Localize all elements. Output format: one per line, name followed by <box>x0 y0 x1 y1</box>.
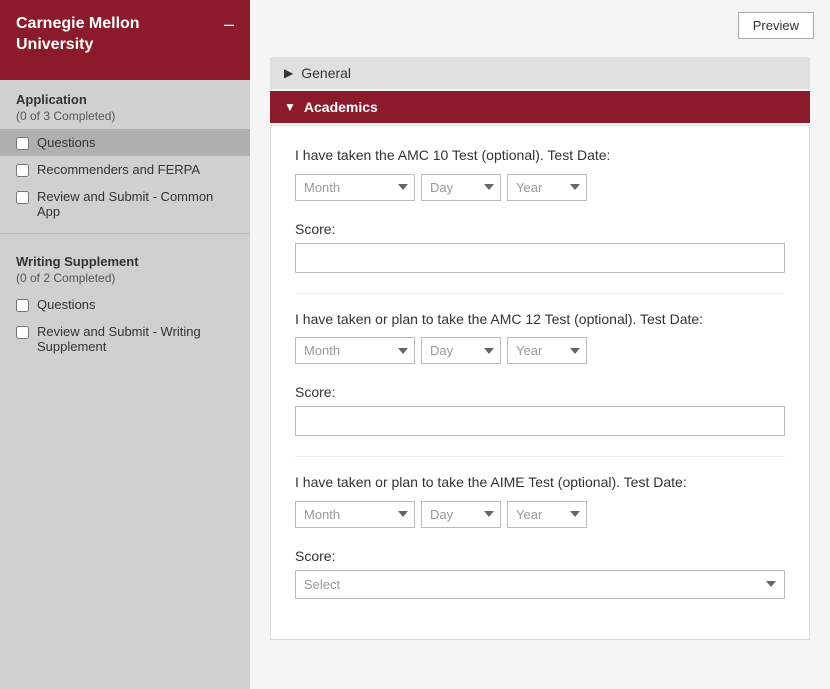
sidebar-checkbox-app-recommenders[interactable] <box>16 164 29 177</box>
amc12-date-selects: Month Day Year <box>295 337 785 364</box>
aime-date-selects: Month Day Year <box>295 501 785 528</box>
question-amc10: I have taken the AMC 10 Test (optional).… <box>295 146 785 201</box>
sidebar: Carnegie Mellon University – Application… <box>0 0 250 689</box>
score-aime-label: Score: <box>295 548 785 564</box>
section-academics-label: Academics <box>304 99 378 115</box>
sidebar-item-app-review[interactable]: Review and Submit - Common App <box>0 183 250 225</box>
sidebar-section-ws-title: Writing Supplement <box>0 242 250 271</box>
score-amc12: Score: <box>295 384 785 436</box>
section-general-label: General <box>301 65 351 81</box>
sidebar-item-ws-review[interactable]: Review and Submit - Writing Supplement <box>0 318 250 360</box>
academics-arrow-icon: ▼ <box>284 100 296 114</box>
section-header-general[interactable]: ▶ General <box>270 57 810 89</box>
general-arrow-icon: ▶ <box>284 66 293 80</box>
question-amc10-label: I have taken the AMC 10 Test (optional).… <box>295 146 785 166</box>
question-amc12-label: I have taken or plan to take the AMC 12 … <box>295 310 785 330</box>
sidebar-section-application-title: Application <box>0 80 250 109</box>
section-header-academics[interactable]: ▼ Academics <box>270 91 810 123</box>
top-bar: Preview <box>250 0 830 43</box>
amc10-date-selects: Month Day Year <box>295 174 785 201</box>
sidebar-item-app-questions[interactable]: Questions <box>0 129 250 156</box>
sidebar-checkbox-app-questions[interactable] <box>16 137 29 150</box>
score-amc10-input[interactable] <box>295 243 785 273</box>
amc10-day-select[interactable]: Day <box>421 174 501 201</box>
sidebar-university-name: Carnegie Mellon University <box>16 14 216 56</box>
score-amc12-input[interactable] <box>295 406 785 436</box>
question-aime: I have taken or plan to take the AIME Te… <box>295 473 785 528</box>
aime-day-select[interactable]: Day <box>421 501 501 528</box>
preview-button[interactable]: Preview <box>738 12 814 39</box>
divider-1 <box>295 293 785 294</box>
aime-year-select[interactable]: Year <box>507 501 587 528</box>
sidebar-item-label: Questions <box>37 135 96 150</box>
sidebar-item-app-recommenders[interactable]: Recommenders and FERPA <box>0 156 250 183</box>
sidebar-item-label: Review and Submit - Common App <box>37 189 234 219</box>
sidebar-checkbox-ws-review[interactable] <box>16 326 29 339</box>
aime-month-select[interactable]: Month <box>295 501 415 528</box>
sidebar-item-label: Questions <box>37 297 96 312</box>
form-area: I have taken the AMC 10 Test (optional).… <box>270 125 810 640</box>
amc12-day-select[interactable]: Day <box>421 337 501 364</box>
sidebar-checkbox-app-review[interactable] <box>16 191 29 204</box>
question-aime-label: I have taken or plan to take the AIME Te… <box>295 473 785 493</box>
amc10-month-select[interactable]: Month <box>295 174 415 201</box>
sidebar-section-application-count: (0 of 3 Completed) <box>0 109 250 129</box>
sidebar-minimize-button[interactable]: – <box>224 14 234 35</box>
score-amc12-label: Score: <box>295 384 785 400</box>
sidebar-item-label: Recommenders and FERPA <box>37 162 200 177</box>
sidebar-item-ws-questions[interactable]: Questions <box>0 291 250 318</box>
amc12-month-select[interactable]: Month <box>295 337 415 364</box>
amc12-year-select[interactable]: Year <box>507 337 587 364</box>
score-aime: Score: Select <box>295 548 785 599</box>
sidebar-checkbox-ws-questions[interactable] <box>16 299 29 312</box>
sidebar-header: Carnegie Mellon University – <box>0 0 250 80</box>
main-inner: ▶ General ▼ Academics I have taken the A… <box>250 43 830 654</box>
sidebar-item-label: Review and Submit - Writing Supplement <box>37 324 234 354</box>
score-amc10-label: Score: <box>295 221 785 237</box>
sidebar-section-ws-count: (0 of 2 Completed) <box>0 271 250 291</box>
sidebar-divider <box>0 233 250 234</box>
question-amc12: I have taken or plan to take the AMC 12 … <box>295 310 785 365</box>
score-aime-select[interactable]: Select <box>295 570 785 599</box>
amc10-year-select[interactable]: Year <box>507 174 587 201</box>
divider-2 <box>295 456 785 457</box>
main-content: Preview ▶ General ▼ Academics I have tak… <box>250 0 830 689</box>
score-amc10: Score: <box>295 221 785 273</box>
